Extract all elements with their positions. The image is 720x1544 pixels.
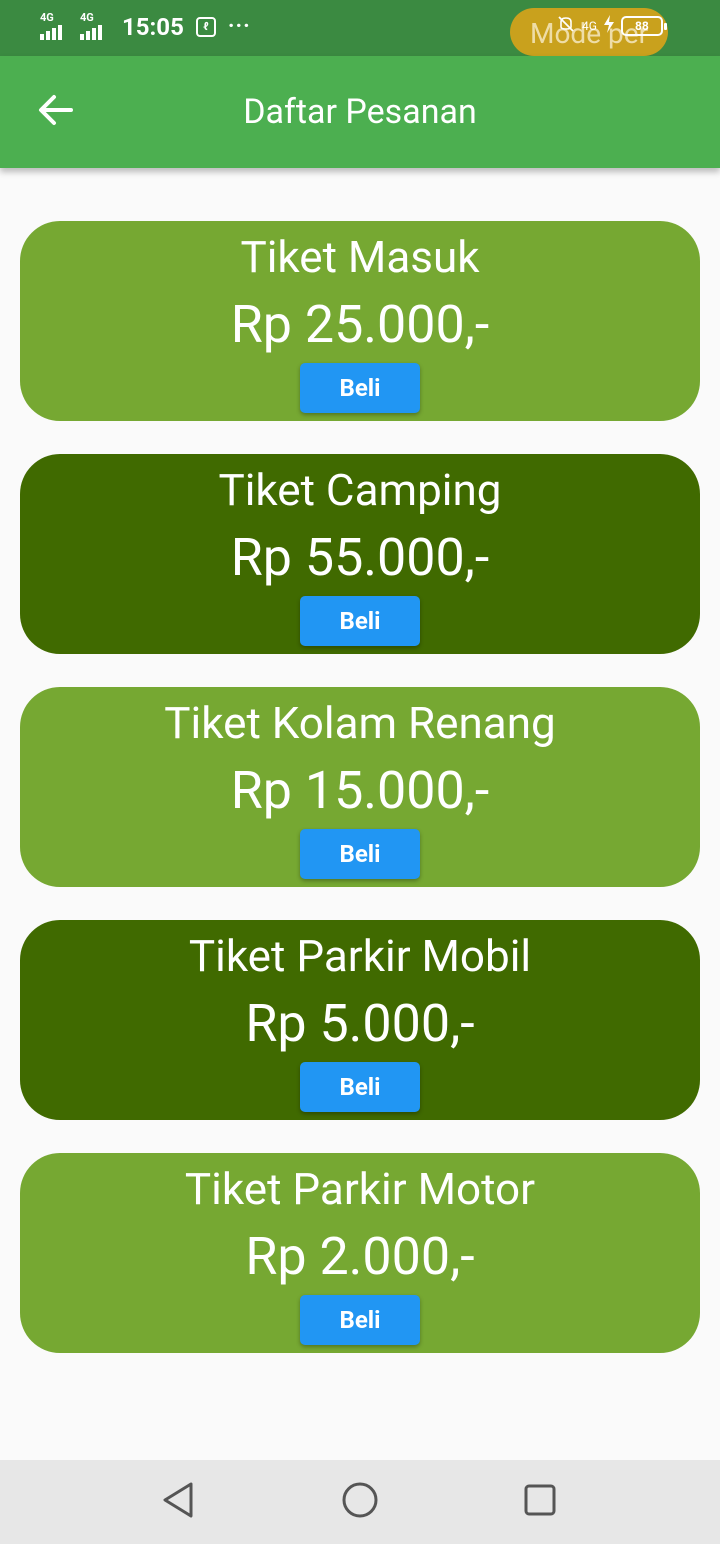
- buy-button[interactable]: Beli: [300, 1295, 420, 1345]
- network-type-right: 4G: [582, 18, 597, 33]
- back-triangle-icon: [160, 1480, 196, 1524]
- battery-icon: 88: [620, 15, 667, 36]
- product-name: Tiket Parkir Mobil: [188, 930, 532, 982]
- app-bar: Daftar Pesanan: [0, 56, 720, 168]
- back-button[interactable]: [30, 86, 82, 138]
- status-left: 4G 4G 15:05 ℓ ···: [40, 12, 251, 42]
- order-list: Tiket Masuk Rp 25.000,- Beli Tiket Campi…: [20, 221, 700, 1386]
- status-bar: 4G 4G 15:05 ℓ ··· Mode per 4G 88: [0, 0, 720, 56]
- home-circle-icon: [340, 1480, 380, 1524]
- product-price: Rp 2.000,-: [245, 1226, 475, 1287]
- buy-button[interactable]: Beli: [300, 363, 420, 413]
- buy-button[interactable]: Beli: [300, 596, 420, 646]
- product-card: Tiket Camping Rp 55.000,- Beli: [20, 454, 700, 654]
- arrow-left-icon: [38, 94, 74, 130]
- network-type-2: 4G: [80, 11, 94, 24]
- recents-square-icon: [523, 1483, 557, 1521]
- system-nav-bar: [0, 1460, 720, 1544]
- product-price: Rp 25.000,-: [230, 294, 490, 355]
- signal-icon: 4G: [40, 12, 74, 42]
- status-right: 4G 88: [556, 14, 667, 37]
- charging-icon: [603, 14, 615, 37]
- product-name: Tiket Camping: [218, 464, 502, 516]
- product-price: Rp 55.000,-: [230, 527, 490, 588]
- buy-button[interactable]: Beli: [300, 829, 420, 879]
- product-price: Rp 5.000,-: [245, 993, 475, 1054]
- product-card: Tiket Kolam Renang Rp 15.000,- Beli: [20, 687, 700, 887]
- product-card: Tiket Masuk Rp 25.000,- Beli: [20, 221, 700, 421]
- network-type-1: 4G: [40, 11, 54, 24]
- clock: 15:05: [122, 13, 184, 41]
- page-title: Daftar Pesanan: [243, 92, 477, 132]
- product-name: Tiket Parkir Motor: [184, 1163, 536, 1215]
- product-name: Tiket Masuk: [240, 231, 480, 283]
- product-name: Tiket Kolam Renang: [164, 697, 556, 749]
- nav-recents-button[interactable]: [516, 1480, 564, 1524]
- nav-back-button[interactable]: [154, 1480, 202, 1524]
- buy-button[interactable]: Beli: [300, 1062, 420, 1112]
- signal-icon-2: 4G: [80, 12, 114, 42]
- product-card: Tiket Parkir Motor Rp 2.000,- Beli: [20, 1153, 700, 1353]
- more-notifications-icon: ···: [227, 14, 251, 39]
- mute-icon: [556, 14, 576, 37]
- notification-app-icon: ℓ: [195, 17, 216, 37]
- product-price: Rp 15.000,-: [230, 760, 490, 821]
- product-card: Tiket Parkir Mobil Rp 5.000,- Beli: [20, 920, 700, 1120]
- nav-home-button[interactable]: [336, 1480, 384, 1524]
